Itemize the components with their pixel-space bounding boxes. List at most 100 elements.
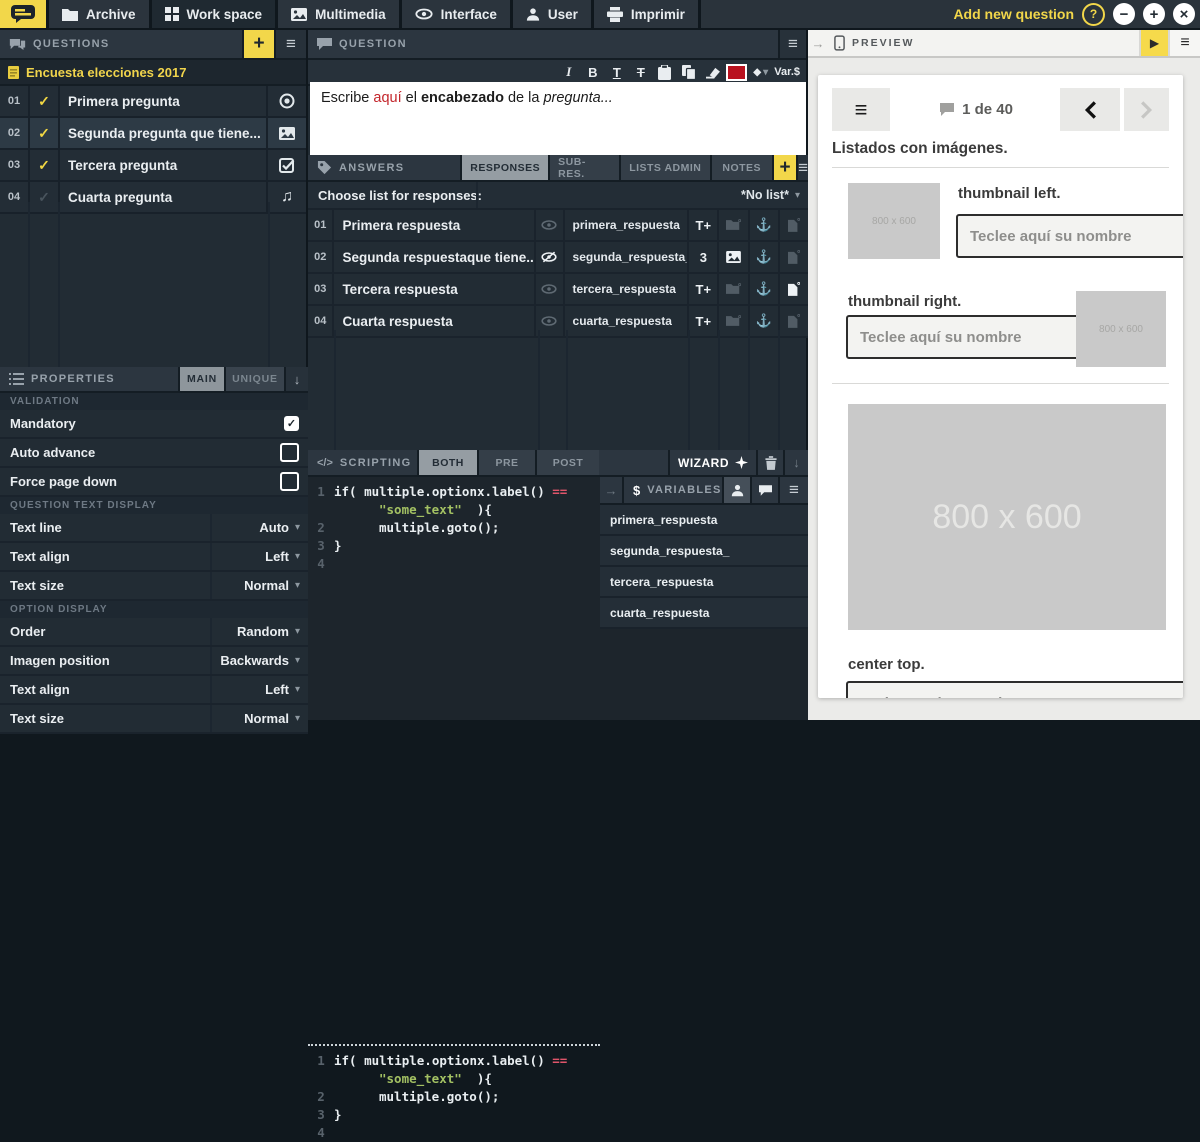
answers-menu-button[interactable]: ≡ [796,155,808,180]
tab-sub-res[interactable]: SUB-RES. [548,155,619,180]
next-question-button-disabled[interactable] [1124,88,1169,131]
anchor-icon[interactable]: ⚓ [748,274,778,304]
wizard-button[interactable]: WIZARD [668,450,756,475]
insert-diamond-button[interactable]: ◆▾ [750,62,771,82]
tab-unique[interactable]: UNIQUE [224,367,284,391]
check-icon-inactive[interactable]: ✓ [28,182,58,212]
question-text-editor[interactable]: Escribe aquí el encabezado de la pregunt… [310,82,806,155]
minimize-button[interactable]: − [1113,3,1135,25]
answer-row-1[interactable]: 01 Primera respuesta primera_respuesta T… [308,210,808,242]
tab-main[interactable]: MAIN [178,367,224,391]
text-type-button[interactable]: T+ [687,274,717,304]
paste-button[interactable] [654,62,675,82]
question-menu-button[interactable]: ≡ [778,30,806,58]
visibility-eye-off-icon[interactable] [534,242,562,272]
thumbnail-left-name-input[interactable] [956,214,1183,258]
preview-hamburger-button[interactable]: ≡ [832,88,890,131]
dropdown-value[interactable]: Normal [244,578,289,593]
note-page-icon[interactable] [778,210,808,240]
app-logo[interactable] [0,0,49,28]
collapse-arrow-button[interactable]: → [808,30,828,56]
note-page-icon[interactable] [778,242,808,272]
variables-menu-button[interactable]: ≡ [778,477,808,503]
strikethrough-button[interactable]: T [630,62,651,82]
add-answer-button[interactable]: + [772,155,796,180]
chevron-down-icon[interactable]: ▾ [295,551,300,562]
dropdown-value[interactable]: Left [265,549,289,564]
menu-item-imprimir[interactable]: Imprimir [594,0,701,28]
tab-both[interactable]: BOTH [417,450,477,475]
close-button[interactable]: × [1173,3,1195,25]
question-row-3[interactable]: 03 ✓ Tercera pregunta [0,150,306,182]
help-button[interactable]: ? [1082,3,1105,26]
previous-question-button[interactable] [1060,88,1120,131]
visibility-eye-icon[interactable] [534,274,562,304]
chevron-down-icon[interactable]: ▾ [295,522,300,533]
question-row-1[interactable]: 01 ✓ Primera pregunta [0,86,306,118]
delete-script-button[interactable] [756,450,783,475]
clear-format-button[interactable] [702,62,723,82]
variables-user-filter-button[interactable] [722,477,750,503]
menu-item-interface[interactable]: Interface [402,0,513,28]
chevron-down-icon[interactable]: ▾ [295,626,300,637]
check-icon[interactable]: ✓ [28,150,58,180]
visibility-eye-icon[interactable] [534,210,562,240]
answer-variable[interactable]: segunda_respuesta_ [563,242,688,272]
answer-row-4[interactable]: 04 Cuarta respuesta cuarta_respuesta T+ … [308,306,808,338]
preview-menu-button[interactable]: ≡ [1168,30,1200,56]
properties-scroll-down-button[interactable]: ↓ [284,367,308,391]
media-image-icon[interactable] [717,242,747,272]
text-type-button[interactable]: T+ [687,210,717,240]
tab-pre[interactable]: PRE [477,450,535,475]
checkbox-checked[interactable]: ✓ [284,416,299,431]
check-icon[interactable]: ✓ [28,118,58,148]
tab-lists-admin[interactable]: LISTS ADMIN [619,155,710,180]
menu-item-user[interactable]: User [513,0,594,28]
add-question-button[interactable]: + [242,30,274,58]
tab-notes[interactable]: NOTES [710,155,772,180]
checkbox-unchecked[interactable] [280,472,299,491]
chevron-down-icon[interactable]: ▾ [295,580,300,591]
variable-item-3[interactable]: tercera_respuesta [600,567,808,598]
note-page-icon-active[interactable] [778,274,808,304]
text-type-button[interactable]: T+ [687,306,717,336]
anchor-icon[interactable]: ⚓ [748,210,778,240]
question-row-2-selected[interactable]: 02 ✓ Segunda pregunta que tiene... [0,118,306,150]
chevron-down-icon[interactable]: ▾ [295,655,300,666]
menu-item-archive[interactable]: Archive [49,0,152,28]
chevron-down-icon[interactable]: ▾ [795,190,800,201]
maximize-button[interactable]: + [1143,3,1165,25]
chevron-down-icon[interactable]: ▾ [295,713,300,724]
add-new-question-button[interactable]: Add new question [953,6,1074,22]
note-page-icon[interactable] [778,306,808,336]
chevron-down-icon[interactable]: ▾ [295,684,300,695]
media-folder-icon[interactable] [717,306,747,336]
answer-row-2[interactable]: 02 Segunda respuestaque tiene... segunda… [308,242,808,274]
checkbox-unchecked[interactable] [280,443,299,462]
tab-post[interactable]: POST [535,450,599,475]
anchor-icon[interactable]: ⚓ [748,306,778,336]
menu-item-multimedia[interactable]: Multimedia [278,0,402,28]
question-row-4[interactable]: 04 ✓ Cuarta pregunta ♫ [0,182,306,214]
dropdown-value[interactable]: Backwards [220,653,289,668]
variables-comment-button[interactable] [750,477,778,503]
dropdown-value[interactable]: Random [237,624,289,639]
center-top-name-input[interactable] [846,681,1183,698]
answer-variable[interactable]: tercera_respuesta [563,274,688,304]
survey-row[interactable]: Encuesta elecciones 2017 [0,60,306,86]
underline-button[interactable]: T [606,62,627,82]
code-editor[interactable]: 1if( multiple.optionx.label() == "some_t… [308,477,600,720]
media-folder-icon[interactable] [717,210,747,240]
thumbnail-right-name-input[interactable] [846,315,1086,359]
scripting-scroll-down-button[interactable]: ↓ [783,450,808,475]
questions-menu-button[interactable]: ≡ [274,30,306,58]
insert-variable-button[interactable]: Var.$ [774,62,800,82]
variable-item-1[interactable]: primera_respuesta [600,505,808,536]
answer-variable[interactable]: primera_respuesta [563,210,688,240]
dropdown-value[interactable]: Left [265,682,289,697]
italic-button[interactable]: I [558,62,579,82]
media-folder-icon[interactable] [717,274,747,304]
answer-row-3[interactable]: 03 Tercera respuesta tercera_respuesta T… [308,274,808,306]
variable-item-4[interactable]: cuarta_respuesta [600,598,808,629]
answer-variable[interactable]: cuarta_respuesta [563,306,688,336]
